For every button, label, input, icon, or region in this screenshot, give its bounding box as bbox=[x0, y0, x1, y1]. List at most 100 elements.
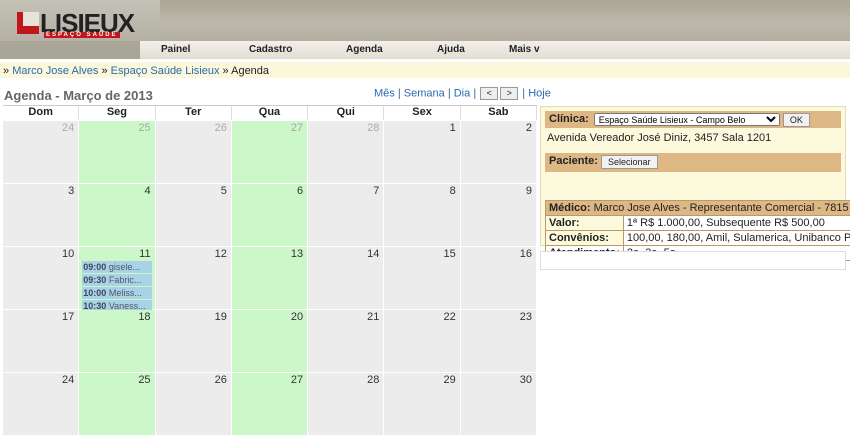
calendar-day[interactable]: 17 bbox=[3, 310, 79, 372]
day-number: 1 bbox=[450, 122, 456, 134]
menu-painel[interactable]: Painel bbox=[161, 44, 190, 55]
appointment-item[interactable]: 10:00 Meliss... bbox=[82, 287, 151, 299]
appointment-time: 09:00 bbox=[83, 262, 106, 272]
calendar-day[interactable]: 26 bbox=[156, 121, 232, 183]
appointment-item[interactable]: 09:00 gisele... bbox=[82, 261, 151, 273]
calendar-day[interactable]: 28 bbox=[308, 121, 384, 183]
weekday-sat: Sab bbox=[461, 106, 537, 120]
clinic-bar: Clínica: Espaço Saúde Lisieux - Campo Be… bbox=[545, 111, 841, 128]
calendar-day[interactable]: 13 bbox=[232, 247, 308, 309]
nav-separator: | bbox=[448, 87, 451, 99]
day-number: 20 bbox=[291, 311, 303, 323]
breadcrumb-user[interactable]: Marco Jose Alves bbox=[12, 65, 98, 77]
menu-ajuda[interactable]: Ajuda bbox=[437, 44, 465, 55]
calendar-day[interactable]: 28 bbox=[308, 373, 384, 435]
logo-area: LISIEUX ESPAÇO SAÚDE bbox=[0, 0, 160, 47]
day-number: 22 bbox=[443, 311, 455, 323]
calendar-day[interactable]: 23 bbox=[461, 310, 537, 372]
calendar-day[interactable]: 14 bbox=[308, 247, 384, 309]
calendar-day[interactable]: 25 bbox=[79, 121, 155, 183]
calendar-day[interactable]: 21 bbox=[308, 310, 384, 372]
day-number: 27 bbox=[291, 122, 303, 134]
appointment-time: 09:30 bbox=[83, 275, 106, 285]
calendar-day[interactable]: 27 bbox=[232, 373, 308, 435]
day-number: 5 bbox=[221, 185, 227, 197]
calendar-day[interactable]: 22 bbox=[384, 310, 460, 372]
calendar-day[interactable]: 1 bbox=[384, 121, 460, 183]
menu-mais[interactable]: Mais v bbox=[509, 44, 540, 55]
clinic-select[interactable]: Espaço Saúde Lisieux - Campo Belo bbox=[594, 113, 780, 126]
breadcrumb-prefix: » bbox=[3, 65, 12, 77]
menu-cadastro[interactable]: Cadastro bbox=[249, 44, 292, 55]
calendar-day[interactable]: 19 bbox=[156, 310, 232, 372]
calendar-day[interactable]: 27 bbox=[232, 121, 308, 183]
day-number: 16 bbox=[520, 248, 532, 260]
calendar-day[interactable]: 7 bbox=[308, 184, 384, 246]
doctor-label: Médico: bbox=[549, 202, 591, 214]
calendar-day[interactable]: 5 bbox=[156, 184, 232, 246]
appointment-patient: Meliss... bbox=[109, 288, 142, 298]
secondary-panel bbox=[540, 251, 846, 270]
select-patient-button[interactable]: Selecionar bbox=[601, 155, 658, 169]
month-calendar: Dom Seg Ter Qua Qui Sex Sab 242526272812… bbox=[3, 105, 537, 435]
calendar-day[interactable]: 4 bbox=[79, 184, 155, 246]
nav-separator: | bbox=[398, 87, 401, 99]
calendar-day[interactable]: 24 bbox=[3, 373, 79, 435]
weekday-tue: Ter bbox=[156, 106, 232, 120]
view-day-link[interactable]: Dia bbox=[454, 87, 471, 99]
calendar-day[interactable]: 8 bbox=[384, 184, 460, 246]
calendar-day[interactable]: 26 bbox=[156, 373, 232, 435]
menu-agenda[interactable]: Agenda bbox=[346, 44, 383, 55]
view-nav: Mês | Semana | Dia | <> | Hoje bbox=[374, 87, 551, 100]
day-number: 28 bbox=[367, 374, 379, 386]
appointment-item[interactable]: 09:30 Fabric... bbox=[82, 274, 151, 286]
day-number: 4 bbox=[144, 185, 150, 197]
patient-label: Paciente: bbox=[549, 155, 598, 167]
calendar-week: 24 25 26 27 28 2930 bbox=[3, 372, 537, 435]
calendar-day[interactable]: 20 bbox=[232, 310, 308, 372]
calendar-day[interactable]: 24 bbox=[3, 121, 79, 183]
weekday-fri: Sex bbox=[384, 106, 460, 120]
day-number: 2 bbox=[526, 122, 532, 134]
convenios-label: Convênios: bbox=[546, 231, 624, 246]
doctor-row: Médico: Marco Jose Alves - Representante… bbox=[546, 201, 850, 216]
day-number: 9 bbox=[526, 185, 532, 197]
today-link[interactable]: Hoje bbox=[528, 87, 551, 99]
day-number: 25 bbox=[138, 374, 150, 386]
calendar-day[interactable]: 1109:00 gisele...09:30 Fabric...10:00 Me… bbox=[79, 247, 155, 309]
breadcrumb-clinic[interactable]: Espaço Saúde Lisieux bbox=[111, 65, 220, 77]
patient-bar: Paciente: Selecionar bbox=[545, 153, 841, 172]
day-number: 26 bbox=[215, 122, 227, 134]
day-number: 15 bbox=[443, 248, 455, 260]
app-header: LISIEUX ESPAÇO SAÚDE Painel Cadastro Age… bbox=[0, 0, 850, 59]
calendar-day[interactable]: 16 bbox=[461, 247, 537, 309]
calendar-day[interactable]: 30 bbox=[461, 373, 537, 435]
ok-button[interactable]: OK bbox=[783, 113, 810, 127]
calendar-day[interactable]: 25 bbox=[79, 373, 155, 435]
convenios-row: Convênios: 100,00, 180,00, Amil, Sulamer… bbox=[546, 231, 850, 246]
valor-row: Valor: 1ª R$ 1.000,00, Subsequente R$ 50… bbox=[546, 216, 850, 231]
day-number: 19 bbox=[215, 311, 227, 323]
calendar-day[interactable]: 29 bbox=[384, 373, 460, 435]
nav-separator: | bbox=[473, 87, 476, 99]
calendar-day[interactable]: 15 bbox=[384, 247, 460, 309]
calendar-day[interactable]: 9 bbox=[461, 184, 537, 246]
breadcrumb-separator: » bbox=[219, 65, 231, 77]
day-number: 3 bbox=[68, 185, 74, 197]
calendar-day[interactable]: 12 bbox=[156, 247, 232, 309]
calendar-day[interactable]: 3 bbox=[3, 184, 79, 246]
next-button[interactable]: > bbox=[500, 87, 518, 100]
page-title: Agenda - Março de 2013 bbox=[4, 88, 153, 103]
view-week-link[interactable]: Semana bbox=[404, 87, 445, 99]
calendar-day[interactable]: 6 bbox=[232, 184, 308, 246]
view-month-link[interactable]: Mês bbox=[374, 87, 395, 99]
calendar-day[interactable]: 18 bbox=[79, 310, 155, 372]
breadcrumb: » Marco Jose Alves » Espaço Saúde Lisieu… bbox=[0, 62, 850, 78]
day-number: 26 bbox=[215, 374, 227, 386]
calendar-day[interactable]: 10 bbox=[3, 247, 79, 309]
calendar-weeks: 2425262728123456789101109:00 gisele...09… bbox=[3, 120, 537, 435]
breadcrumb-current: Agenda bbox=[231, 65, 269, 77]
prev-button[interactable]: < bbox=[480, 87, 498, 100]
day-number: 23 bbox=[520, 311, 532, 323]
calendar-day[interactable]: 2 bbox=[461, 121, 537, 183]
